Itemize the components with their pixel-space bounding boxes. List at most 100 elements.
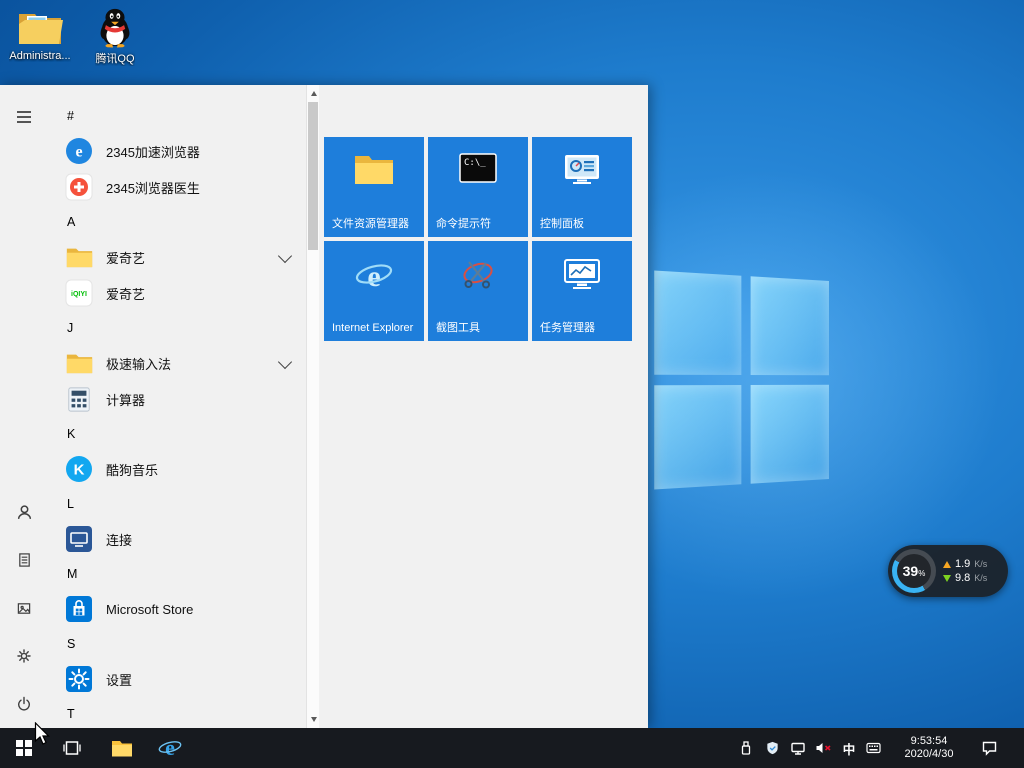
upload-arrow-icon <box>943 560 951 568</box>
svg-text:e: e <box>165 736 175 760</box>
network-icon <box>790 740 806 756</box>
net-speed-widget[interactable]: 39 % 1.9 K/s 9.8 K/s <box>888 545 1008 597</box>
tile-grid: 文件资源管理器 C:\_ 命令提示符 控制面板 e Internet Explo… <box>324 137 632 341</box>
app-list-folder-iqiyi[interactable]: 爱奇艺 <box>48 239 306 275</box>
pictures-button[interactable] <box>0 584 48 632</box>
control-panel-icon <box>532 153 632 185</box>
app-list-header[interactable]: T <box>48 697 306 728</box>
taskbar-file-explorer-button[interactable] <box>100 728 144 768</box>
taskbar-browser-button[interactable]: e <box>148 728 192 768</box>
power-icon <box>16 696 32 712</box>
scroll-down-button[interactable] <box>307 712 320 727</box>
app-list-header[interactable]: S <box>48 627 306 661</box>
app-list-scrollbar[interactable] <box>306 85 319 728</box>
desktop-icon-tencent-qq[interactable]: 腾讯QQ <box>82 6 148 66</box>
hamburger-icon <box>16 109 32 125</box>
app-list-item-calculator[interactable]: 计算器 <box>48 381 306 417</box>
app-list-item-2345-doctor[interactable]: 2345浏览器医生 <box>48 169 306 205</box>
app-list-item-iqiyi[interactable]: iQIYI 爱奇艺 <box>48 275 306 311</box>
app-list-folder-jisu-ime[interactable]: 极速输入法 <box>48 345 306 381</box>
ie-e-icon: e <box>158 736 182 760</box>
tray-ime-mode-button[interactable]: 中 <box>836 728 862 768</box>
app-list-header[interactable]: M <box>48 557 306 591</box>
tile-label: 截图工具 <box>436 322 480 335</box>
task-view-icon <box>63 740 81 756</box>
tile-internet-explorer[interactable]: e Internet Explorer <box>324 241 424 341</box>
chevron-down-icon[interactable] <box>277 354 293 370</box>
scroll-up-button[interactable] <box>307 86 320 101</box>
documents-button[interactable] <box>0 536 48 584</box>
user-icon <box>16 504 33 521</box>
settings-icon <box>65 665 93 693</box>
iqiyi-icon: iQIYI <box>65 279 93 307</box>
app-list-item-connect[interactable]: 连接 <box>48 521 306 557</box>
desktop-icon-administrator[interactable]: Administra... <box>4 8 76 62</box>
tile-label: 命令提示符 <box>436 218 491 231</box>
tile-task-manager[interactable]: 任务管理器 <box>532 241 632 341</box>
internet-explorer-icon: e <box>324 257 424 295</box>
upload-rate: 1.9 K/s <box>943 558 987 570</box>
download-arrow-icon <box>943 574 951 582</box>
windows-logo-pane <box>750 276 829 376</box>
tray-hardware-button[interactable] <box>733 728 759 768</box>
app-list-header[interactable]: # <box>48 99 306 133</box>
app-list-header[interactable]: J <box>48 311 306 345</box>
desktop-icon-label: Administra... <box>9 50 71 62</box>
desktop-icon-label: 腾讯QQ <box>95 53 135 65</box>
start-menu: # e 2345加速浏览器 2345浏览器医生 A 爱奇艺 iQIYI 爱奇艺 … <box>0 85 648 728</box>
action-center-button[interactable] <box>972 728 1006 768</box>
settings-button[interactable] <box>0 632 48 680</box>
tile-file-explorer[interactable]: 文件资源管理器 <box>324 137 424 237</box>
start-button[interactable] <box>0 728 48 768</box>
doctor-2345-icon <box>65 173 93 201</box>
file-explorer-icon <box>324 153 424 185</box>
tray-ime-keyboard-button[interactable] <box>860 728 886 768</box>
app-list-header[interactable]: A <box>48 205 306 239</box>
app-list-item-2345-browser[interactable]: e 2345加速浏览器 <box>48 133 306 169</box>
triangle-down-icon <box>310 717 317 722</box>
app-list-item-settings[interactable]: 设置 <box>48 661 306 697</box>
clock-date: 2020/4/30 <box>904 748 954 760</box>
taskbar-clock[interactable]: 9:53:54 2020/4/30 <box>890 728 968 768</box>
folder-icon <box>65 243 93 271</box>
start-menu-rail <box>0 85 48 728</box>
task-manager-icon <box>532 257 632 291</box>
tile-label: 控制面板 <box>540 218 584 231</box>
tile-label: 任务管理器 <box>540 322 595 335</box>
app-list: # e 2345加速浏览器 2345浏览器医生 A 爱奇艺 iQIYI 爱奇艺 … <box>48 85 306 728</box>
action-center-icon <box>981 740 998 756</box>
tile-label: Internet Explorer <box>332 322 414 335</box>
svg-text:iQIYI: iQIYI <box>71 291 87 298</box>
desktop: Administra... 腾讯QQ # e 2345加速浏览器 2345浏览器… <box>0 0 1024 768</box>
triangle-up-icon <box>310 91 317 96</box>
windows-logo-pane <box>654 270 742 375</box>
app-list-item-kugou-music[interactable]: K 酷狗音乐 <box>48 451 306 487</box>
tile-snipping-tool[interactable]: 截图工具 <box>428 241 528 341</box>
tile-control-panel[interactable]: 控制面板 <box>532 137 632 237</box>
qq-penguin-icon <box>95 6 135 48</box>
ime-mode-label: 中 <box>842 742 856 757</box>
clock-time: 9:53:54 <box>910 735 948 747</box>
tray-volume-muted-button[interactable] <box>810 728 836 768</box>
usage-percent: 39 <box>902 563 919 579</box>
usb-device-icon <box>738 740 754 756</box>
svg-text:C:\_: C:\_ <box>464 158 486 168</box>
user-folder-icon <box>17 8 63 48</box>
store-icon <box>65 595 93 623</box>
app-list-item-microsoft-store[interactable]: Microsoft Store <box>48 591 306 627</box>
download-rate: 9.8 K/s <box>943 572 987 584</box>
app-list-header[interactable]: K <box>48 417 306 451</box>
command-prompt-icon: C:\_ <box>428 153 528 183</box>
chevron-down-icon[interactable] <box>277 248 293 264</box>
app-list-header[interactable]: L <box>48 487 306 521</box>
power-button[interactable] <box>0 680 48 728</box>
svg-text:e: e <box>75 144 82 161</box>
account-button[interactable] <box>0 488 48 536</box>
expand-menu-button[interactable] <box>0 93 48 141</box>
task-view-button[interactable] <box>50 728 94 768</box>
shield-icon <box>765 740 780 756</box>
tile-command-prompt[interactable]: C:\_ 命令提示符 <box>428 137 528 237</box>
tray-security-button[interactable] <box>759 728 785 768</box>
tray-network-button[interactable] <box>785 728 811 768</box>
scrollbar-thumb[interactable] <box>308 102 318 250</box>
